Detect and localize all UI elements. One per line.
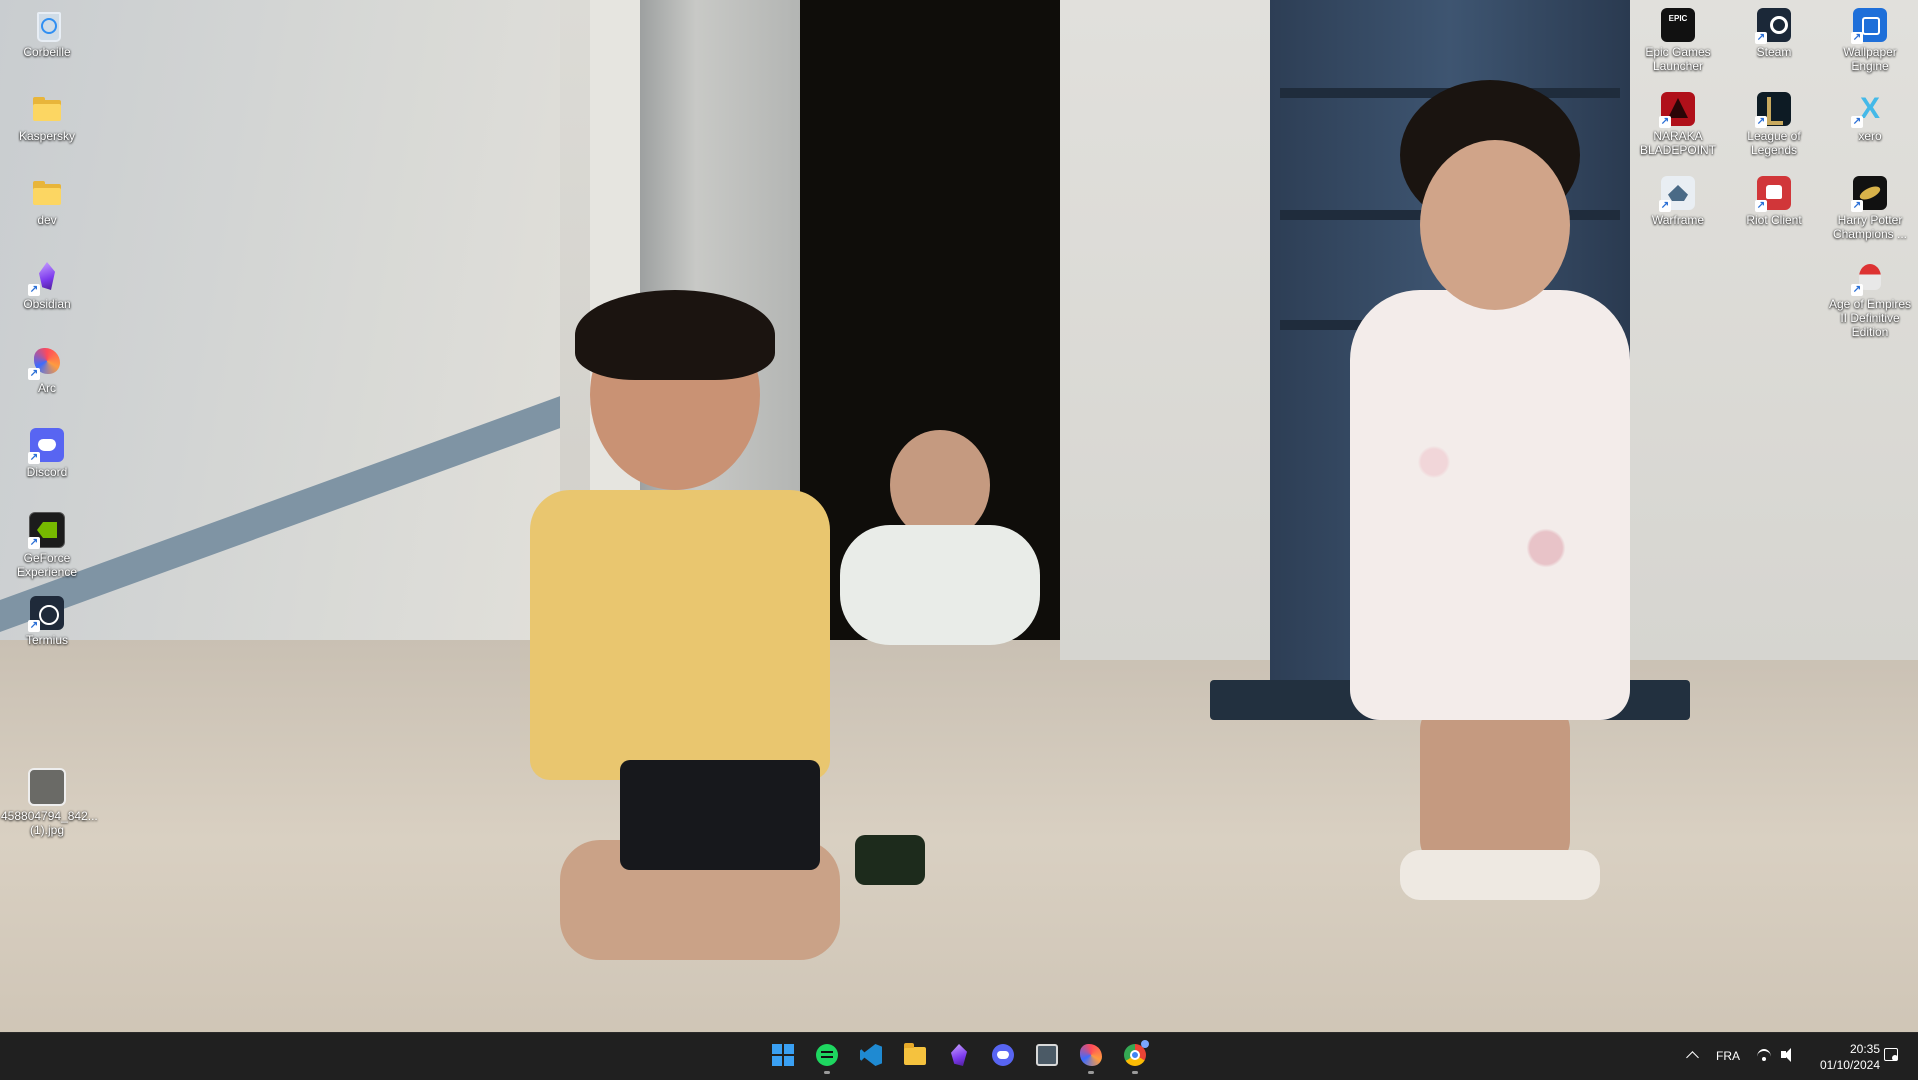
age-of-empires-icon: ↗ [1851,260,1887,296]
desktop-icon-warframe[interactable]: ↗ Warframe [1630,174,1726,227]
warframe-icon: ↗ [1659,176,1695,212]
desktop-icon-label: dev [37,213,57,227]
vscode-icon [860,1044,882,1066]
clock[interactable]: 20:35 01/10/2024 [1800,1041,1880,1073]
desktop-icon-jpg-file[interactable]: 458804794_842... (1).jpg [0,766,98,837]
taskbar: FRA 20:35 01/10/2024 [0,1032,1918,1080]
shortcut-arrow-icon: ↗ [28,284,40,296]
riot-client-icon: ↗ [1755,176,1791,212]
folder-icon [30,92,64,126]
clock-time: 20:35 [1849,1042,1880,1056]
shortcut-arrow-icon: ↗ [1659,200,1671,212]
desktop-icon-label: League of Legends [1747,129,1801,157]
taskbar-app-arc[interactable] [1072,1037,1110,1075]
desktop-icon-label: xero [1858,129,1882,143]
shortcut-arrow-icon: ↗ [28,537,40,549]
notifications-icon[interactable] [1883,1047,1899,1063]
taskbar-app-discord[interactable] [984,1037,1022,1075]
windows-start-icon [772,1044,794,1066]
shortcut-arrow-icon: ↗ [1851,200,1863,212]
shortcut-arrow-icon: ↗ [1659,116,1671,128]
clock-date: 01/10/2024 [1819,1058,1880,1072]
taskbar-app-chrome[interactable] [1116,1037,1154,1075]
league-of-legends-icon: ↗ [1755,92,1791,128]
desktop-icon-dev[interactable]: dev [0,174,95,227]
taskbar-app-spotify[interactable] [808,1037,846,1075]
file-explorer-icon [904,1043,926,1065]
volume-icon[interactable] [1780,1047,1796,1063]
harry-potter-icon: ↗ [1851,176,1887,212]
desktop-icon-label: Termius [25,633,68,647]
taskbar-app-obsidian[interactable] [940,1037,978,1075]
wallpaper-engine-icon: ↗ [1851,8,1887,44]
photo-app-icon [1036,1044,1058,1066]
desktop-icon-riot-client[interactable]: ↗ Riot Client [1726,174,1822,227]
shortcut-arrow-icon: ↗ [1851,116,1863,128]
desktop-icon-label: Arc [38,381,56,395]
start-button[interactable] [764,1037,802,1075]
shortcut-arrow-icon: ↗ [28,368,40,380]
desktop-icon-age-of-empires-ii[interactable]: ↗ Age of Empires II Definitive Edition [1822,258,1918,339]
desktop-icon-arc[interactable]: ↗ Arc [0,342,95,395]
desktop-icon-label: Epic Games Launcher [1645,45,1711,73]
folder-icon [30,176,64,210]
shortcut-arrow-icon: ↗ [1755,116,1767,128]
desktop-icon-label: Age of Empires II Definitive Edition [1828,297,1912,339]
desktop-icon-label: Corbeille [23,45,71,59]
desktop-icon-label: Riot Client [1746,213,1802,227]
taskbar-app-vscode[interactable] [852,1037,890,1075]
wifi-icon[interactable] [1757,1047,1773,1063]
shortcut-arrow-icon: ↗ [28,620,40,632]
desktop-icon-xero[interactable]: X ↗ xero [1822,90,1918,143]
shortcut-arrow-icon: ↗ [1755,32,1767,44]
arc-icon [1080,1044,1102,1066]
desktop-icon-label: Harry Potter Champions ... [1832,213,1908,241]
desktop-icon-label: GeForce Experience [16,551,78,579]
shortcut-arrow-icon: ↗ [1851,32,1863,44]
desktop-icon-geforce-experience[interactable]: ↗ GeForce Experience [0,510,95,579]
naraka-icon: ↗ [1659,92,1695,128]
desktop-icon-label: Kaspersky [18,129,76,143]
desktop-icon-steam[interactable]: ↗ Steam [1726,6,1822,59]
desktop-icon-label: 458804794_842... (1).jpg [1,809,98,837]
desktop-icon-recycle-bin[interactable]: Corbeille [0,6,95,59]
show-hidden-icons-chevron-icon[interactable] [1682,1045,1704,1067]
desktop-icon-wallpaper-engine[interactable]: ↗ Wallpaper Engine [1822,6,1918,73]
desktop-icon-label: Discord [26,465,68,479]
epic-games-icon: EPIC [1661,8,1695,42]
obsidian-icon [951,1044,967,1066]
desktop-icon-discord[interactable]: ↗ Discord [0,426,95,479]
discord-icon: ↗ [28,428,64,464]
discord-icon [992,1044,1014,1066]
spotify-icon [816,1044,838,1066]
input-language-indicator[interactable]: FRA [1716,1049,1740,1063]
desktop-icon-obsidian[interactable]: ↗ Obsidian [0,258,95,311]
taskbar-app-photo[interactable] [1028,1037,1066,1075]
profile-badge-icon [1141,1040,1149,1048]
desktop-icon-label: NARAKA BLADEPOINT [1639,129,1717,157]
desktop-icon-termius[interactable]: ↗ Termius [0,594,95,647]
arc-icon: ↗ [28,344,64,380]
taskbar-app-file-explorer[interactable] [896,1037,934,1075]
obsidian-icon: ↗ [28,260,64,296]
desktop-icon-epic-games-launcher[interactable]: EPIC Epic Games Launcher [1630,6,1726,73]
shortcut-arrow-icon: ↗ [1755,200,1767,212]
xero-icon: X ↗ [1851,92,1880,128]
desktop-icon-league-of-legends[interactable]: ↗ League of Legends [1726,90,1822,157]
shortcut-arrow-icon: ↗ [1851,284,1863,296]
termius-icon: ↗ [28,596,64,632]
desktop-icon-label: Warframe [1651,213,1705,227]
desktop-icon-naraka-bladepoint[interactable]: ↗ NARAKA BLADEPOINT [1630,90,1726,157]
steam-icon: ↗ [1755,8,1791,44]
desktop-icon-harry-potter-champions[interactable]: ↗ Harry Potter Champions ... [1822,174,1918,241]
image-file-icon [28,768,66,806]
desktop-icon-label: Wallpaper Engine [1843,45,1897,73]
shortcut-arrow-icon: ↗ [28,452,40,464]
desktop-icon-label: Steam [1756,45,1792,59]
recycle-bin-icon [30,8,64,42]
desktop-icon-label: Obsidian [23,297,71,311]
desktop-icon-kaspersky[interactable]: Kaspersky [0,90,95,143]
geforce-icon: ↗ [28,512,65,549]
